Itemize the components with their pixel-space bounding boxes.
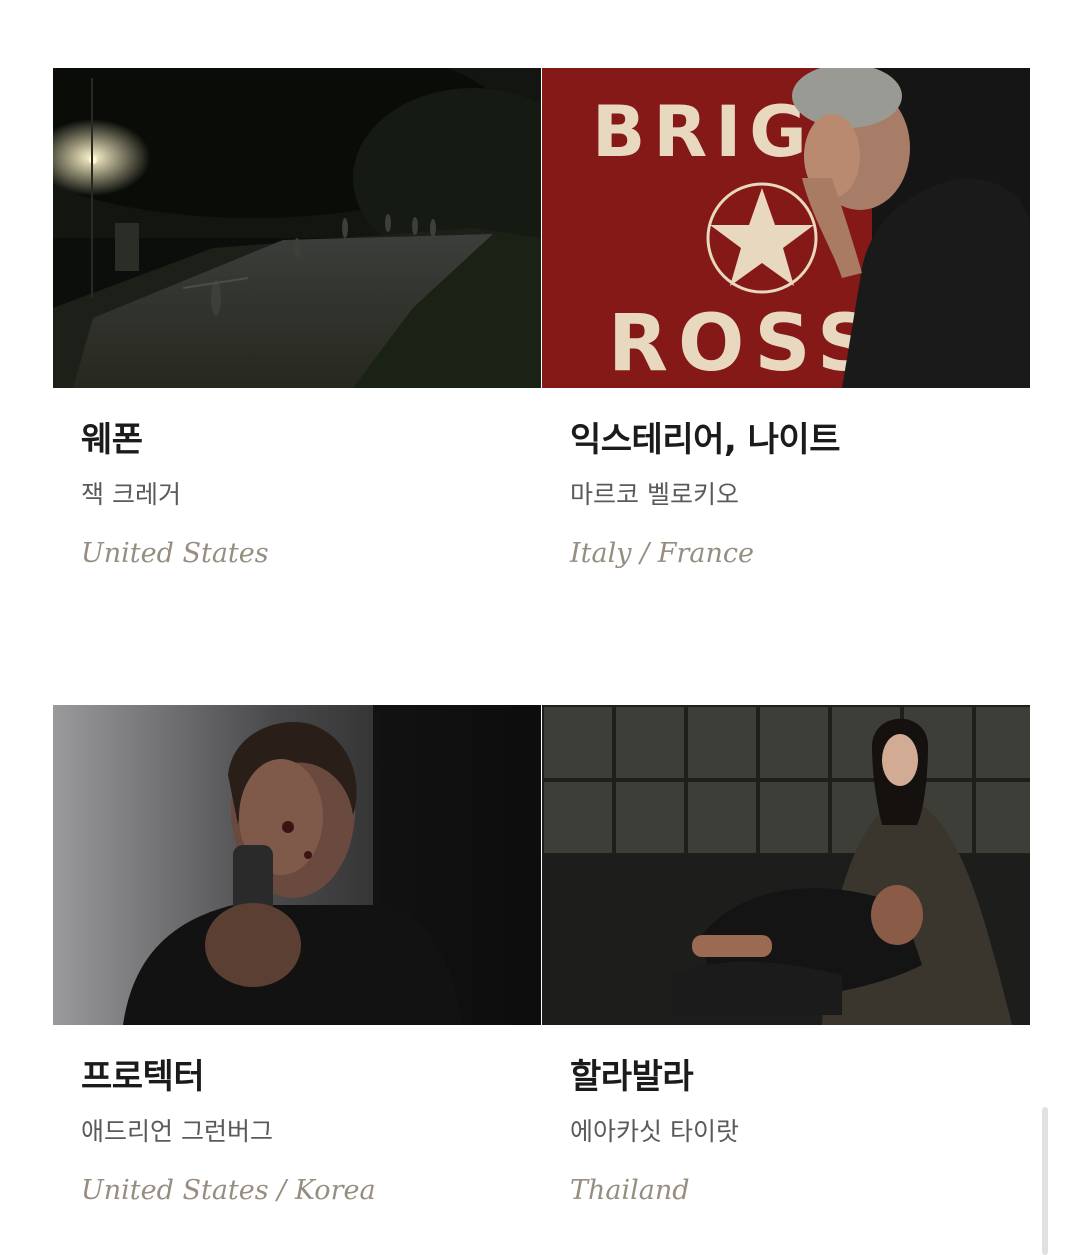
film-title[interactable]: 웨폰 xyxy=(81,412,143,461)
film-card[interactable]: BRIG ROSS 익스테리어, 나이트 마르코 벨로키오 Italy / Fr… xyxy=(542,68,1030,569)
film-title[interactable]: 익스테리어, 나이트 xyxy=(570,412,841,461)
film-country: United States / Korea xyxy=(81,1175,376,1206)
film-title[interactable]: 할라발라 xyxy=(570,1049,694,1098)
film-card[interactable]: 웨폰 잭 크레거 United States xyxy=(53,68,541,569)
banner-text-bottom: ROSS xyxy=(608,299,883,388)
film-director: 에아카싯 타이랏 xyxy=(570,1117,739,1146)
night-street-image xyxy=(53,68,541,388)
film-title[interactable]: 프로텍터 xyxy=(81,1049,205,1098)
film-card[interactable]: 프로텍터 애드리언 그런버그 United States / Korea xyxy=(53,705,541,1206)
film-director: 마르코 벨로키오 xyxy=(570,480,739,509)
film-country: Italy / France xyxy=(570,538,754,569)
film-director: 애드리언 그런버그 xyxy=(81,1117,273,1146)
scrollbar[interactable] xyxy=(1042,1107,1048,1255)
film-director: 잭 크레거 xyxy=(81,480,181,509)
banner-text-top: BRIG xyxy=(592,91,815,173)
woman-with-gun-image xyxy=(53,705,541,1025)
film-country: Thailand xyxy=(570,1175,690,1206)
film-card[interactable]: 할라발라 에아카싯 타이랏 Thailand xyxy=(542,705,1030,1206)
film-still-image[interactable]: BRIG ROSS xyxy=(542,68,1030,388)
film-still-image[interactable] xyxy=(542,705,1030,1025)
film-country: United States xyxy=(81,538,269,569)
red-banner-image: BRIG ROSS xyxy=(542,68,1030,388)
couple-on-floor-image xyxy=(542,705,1030,1025)
film-still-image[interactable] xyxy=(53,705,541,1025)
film-still-image[interactable] xyxy=(53,68,541,388)
